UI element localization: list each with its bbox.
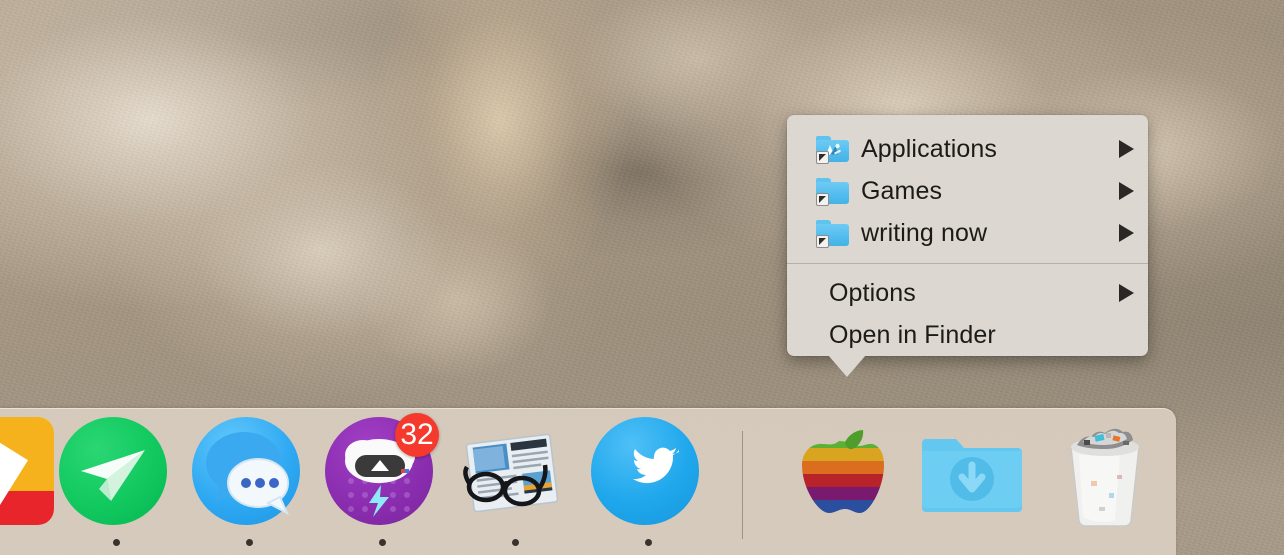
running-indicator-dot	[246, 539, 253, 546]
dock-separator	[742, 431, 743, 539]
context-menu-item-label: Options	[829, 278, 916, 307]
dock-folder-context-menu[interactable]: Applications Games writing now Options O…	[787, 115, 1148, 377]
running-indicator-dot	[645, 539, 652, 546]
running-indicator-dot	[379, 539, 386, 546]
writing-now-folder-alias-icon	[816, 220, 849, 248]
dock-item-readkit[interactable]	[458, 417, 566, 525]
dock-item-photos[interactable]	[0, 417, 54, 525]
dock-item-macupdater[interactable]: 32	[325, 413, 439, 525]
chevron-right-icon	[1119, 182, 1134, 200]
dock-item-messages[interactable]	[192, 417, 300, 525]
context-menu-item-options[interactable]: Options	[787, 272, 1148, 314]
messages-icon	[192, 417, 300, 525]
context-menu-item-games[interactable]: Games	[787, 170, 1148, 212]
dock-item-telegram[interactable]	[59, 417, 167, 525]
twitter-icon	[591, 417, 699, 525]
context-menu-item-label: Games	[861, 176, 943, 205]
context-menu-item-open-in-finder[interactable]: Open in Finder	[787, 314, 1148, 356]
running-indicator-dot	[113, 539, 120, 546]
desktop-screen: Applications Games writing now Options O…	[0, 0, 1284, 555]
dock-item-twitter[interactable]	[591, 417, 699, 525]
chevron-right-icon	[1119, 140, 1134, 158]
dock-item-downloads[interactable]	[918, 427, 1026, 523]
alias-badge-icon	[816, 151, 829, 164]
macupdater-icon: 32	[325, 413, 439, 525]
running-indicator-dot	[512, 539, 519, 546]
dock-item-apple-folder[interactable]	[785, 417, 893, 525]
context-menu-item-writing-now[interactable]: writing now	[787, 212, 1148, 254]
photos-icon	[0, 417, 54, 525]
context-menu-pointer-tail	[828, 355, 866, 377]
context-menu-item-label: Applications	[861, 134, 998, 163]
macos-dock[interactable]: 32	[0, 408, 1176, 555]
context-menu-separator	[787, 263, 1148, 264]
chevron-right-icon	[1119, 284, 1134, 302]
context-menu-group-actions: Options Open in Finder	[787, 272, 1148, 356]
readkit-icon	[458, 417, 566, 525]
badge-count: 32	[395, 413, 439, 457]
dock-item-trash[interactable]	[1051, 423, 1159, 531]
trash-full-icon	[1051, 423, 1159, 531]
applications-folder-alias-icon	[816, 136, 849, 164]
context-menu-group-folders: Applications Games writing now	[787, 115, 1148, 254]
chevron-right-icon	[1119, 224, 1134, 242]
downloads-folder-icon	[918, 427, 1026, 523]
rainbow-apple-icon	[785, 417, 893, 525]
paper-plane-icon	[59, 417, 167, 525]
alias-badge-icon	[816, 193, 829, 206]
games-folder-alias-icon	[816, 178, 849, 206]
context-menu-item-label: writing now	[861, 218, 988, 247]
context-menu-item-applications[interactable]: Applications	[787, 128, 1148, 170]
alias-badge-icon	[816, 235, 829, 248]
context-menu-item-label: Open in Finder	[829, 320, 996, 349]
